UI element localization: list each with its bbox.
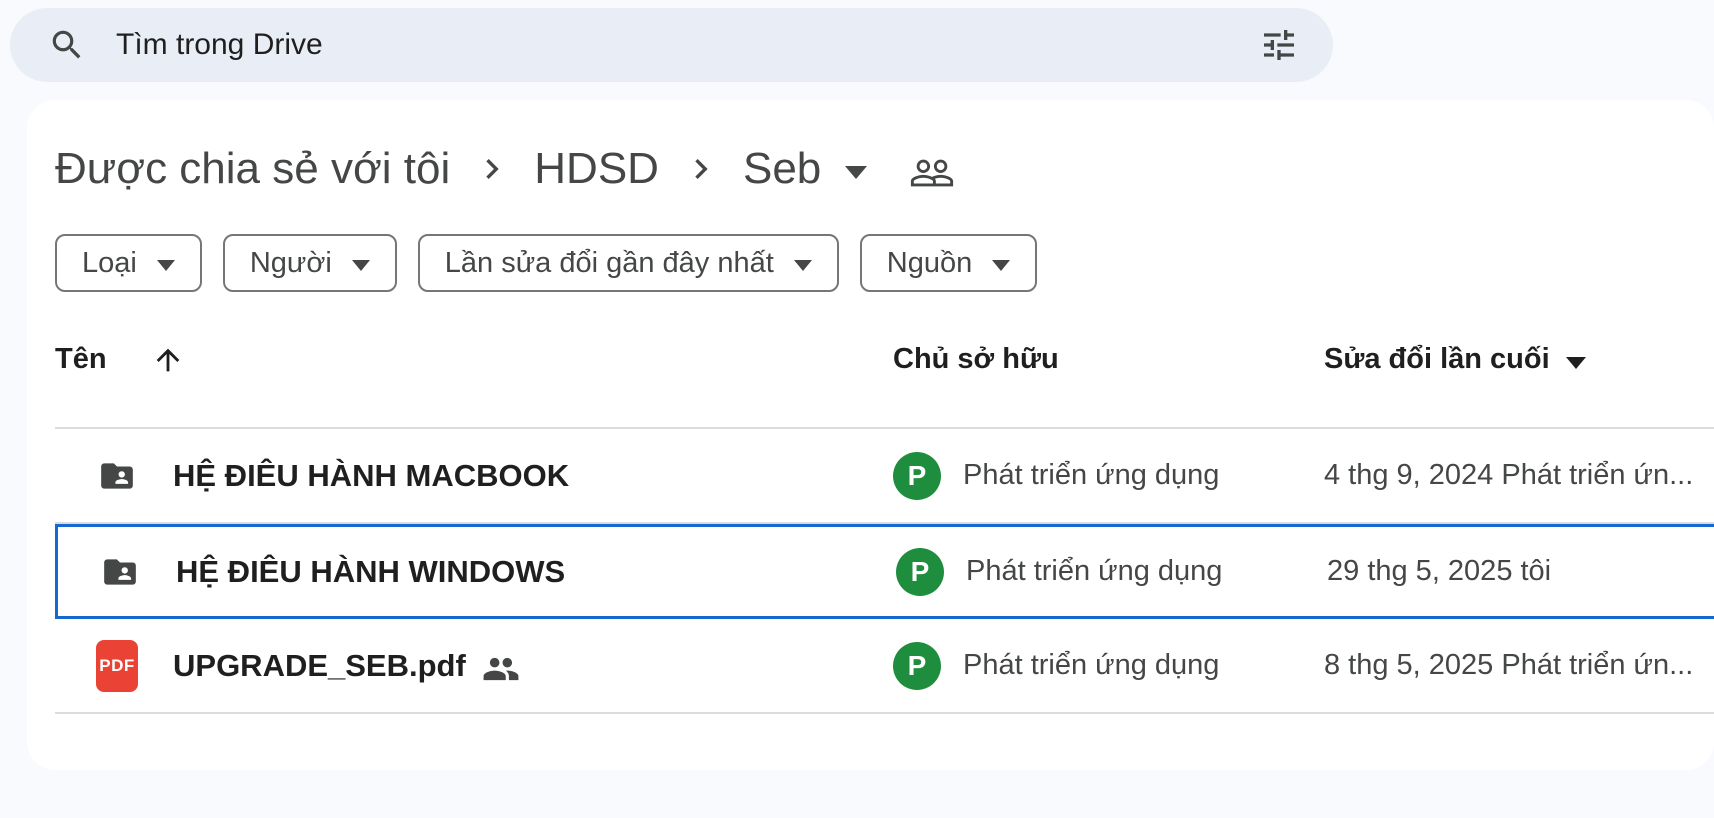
chip-label: Loại [82, 247, 137, 280]
table-row-folder-macbook[interactable]: HỆ ĐIÊU HÀNH MACBOOK P Phát triển ứng dụ… [55, 429, 1714, 524]
list-header: Tên Chủ sở hữu Sửa đổi lần cuối [55, 292, 1714, 429]
table-row-pdf-upgrade-seb[interactable]: PDF UPGRADE_SEB.pdf P Phát triển ứng dụn… [55, 619, 1714, 714]
chevron-down-icon [157, 260, 175, 271]
name-cell: HỆ ĐIÊU HÀNH WINDOWS [58, 553, 896, 591]
header-name-label: Tên [55, 343, 107, 376]
people-shared-icon [482, 650, 520, 688]
chevron-right-icon [472, 149, 512, 189]
filter-chip-people[interactable]: Người [223, 234, 397, 292]
advanced-search-button[interactable] [1259, 25, 1299, 65]
people-outline-icon [909, 150, 955, 196]
header-owner-label: Chủ sở hữu [893, 343, 1059, 376]
owner-avatar: P [896, 548, 944, 596]
chevron-down-icon [992, 260, 1010, 271]
shared-folder-icon [98, 553, 142, 591]
breadcrumb-current-folder[interactable]: Seb [743, 144, 867, 194]
sort-descending-arrow-icon [1566, 357, 1586, 369]
breadcrumb: Được chia sẻ với tôi HDSD Seb [55, 142, 1714, 196]
file-list: HỆ ĐIÊU HÀNH MACBOOK P Phát triển ứng dụ… [55, 429, 1714, 714]
chip-label: Người [250, 247, 332, 280]
name-cell: HỆ ĐIÊU HÀNH MACBOOK [55, 457, 893, 495]
filter-chip-modified[interactable]: Lần sửa đổi gần đây nhất [418, 234, 839, 292]
file-name: HỆ ĐIÊU HÀNH WINDOWS [176, 554, 565, 590]
drive-search-bar[interactable] [10, 8, 1333, 82]
column-header-modified[interactable]: Sửa đổi lần cuối [1324, 343, 1674, 376]
chip-label: Nguồn [887, 247, 972, 280]
chevron-down-icon [794, 260, 812, 271]
owner-cell: P Phát triển ứng dụng [896, 548, 1327, 596]
owner-name: Phát triển ứng dụng [966, 555, 1222, 588]
arrow-upward-icon[interactable] [151, 343, 185, 377]
chevron-down-icon [352, 260, 370, 271]
last-modified-cell: 8 thg 5, 2025 Phát triển ứn... [1324, 649, 1714, 682]
owner-avatar: P [893, 642, 941, 690]
file-list-card: Được chia sẻ với tôi HDSD Seb Loại Người… [27, 100, 1714, 770]
column-header-owner[interactable]: Chủ sở hữu [893, 343, 1324, 376]
chevron-right-icon [681, 149, 721, 189]
breadcrumb-hdsd[interactable]: HDSD [534, 144, 659, 194]
tune-icon [1259, 25, 1299, 65]
breadcrumb-shared-with-me[interactable]: Được chia sẻ với tôi [55, 144, 450, 194]
last-modified-cell: 29 thg 5, 2025 tôi [1327, 555, 1714, 588]
chip-label: Lần sửa đổi gần đây nhất [445, 247, 774, 280]
file-name: HỆ ĐIÊU HÀNH MACBOOK [173, 458, 569, 494]
last-modified-cell: 4 thg 9, 2024 Phát triển ứn... [1324, 459, 1714, 492]
folder-menu-arrow-icon [845, 166, 867, 179]
name-cell: PDF UPGRADE_SEB.pdf [55, 640, 893, 692]
owner-cell: P Phát triển ứng dụng [893, 452, 1324, 500]
filter-chips: Loại Người Lần sửa đổi gần đây nhất Nguồ… [55, 234, 1714, 292]
owner-avatar: P [893, 452, 941, 500]
search-icon[interactable] [48, 26, 86, 64]
owner-cell: P Phát triển ứng dụng [893, 642, 1324, 690]
search-input[interactable] [116, 28, 1259, 62]
filter-chip-type[interactable]: Loại [55, 234, 202, 292]
header-modified-label: Sửa đổi lần cuối [1324, 343, 1550, 376]
breadcrumb-current-label: Seb [743, 144, 821, 194]
table-row-folder-windows[interactable]: HỆ ĐIÊU HÀNH WINDOWS P Phát triển ứng dụ… [55, 524, 1714, 619]
pdf-file-icon: PDF [96, 640, 138, 692]
filter-chip-source[interactable]: Nguồn [860, 234, 1037, 292]
drive-shared-folder-view: { "colors": { "background": "#F8FAFD", "… [0, 0, 1714, 818]
shared-folder-icon [95, 457, 139, 495]
owner-name: Phát triển ứng dụng [963, 649, 1219, 682]
file-name: UPGRADE_SEB.pdf [173, 648, 466, 684]
owner-name: Phát triển ứng dụng [963, 459, 1219, 492]
column-header-name[interactable]: Tên [55, 343, 893, 377]
